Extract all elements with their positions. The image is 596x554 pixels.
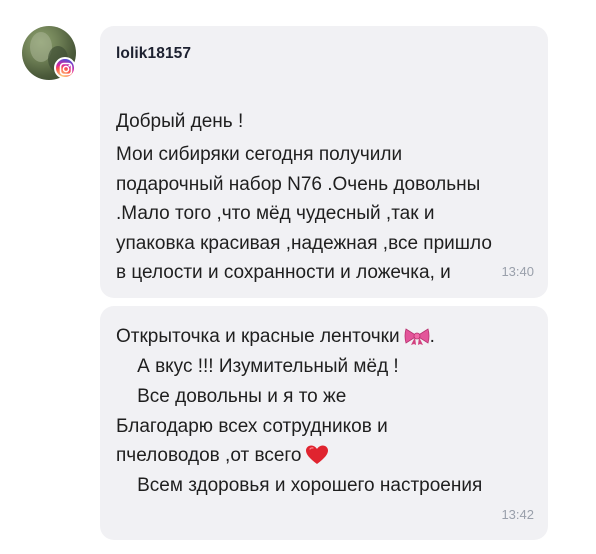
sender-name[interactable]: lolik18157	[116, 45, 191, 63]
message-line: упаковка красивая ,надежная ,все пришло	[116, 233, 492, 254]
message-line-text: пчеловодов ,от всего	[116, 445, 302, 466]
message-bubble[interactable]: Открыточка и красные ленточки . А вкус !…	[100, 306, 548, 540]
message-line: Открыточка и красные ленточки .	[116, 326, 435, 352]
message-line: пчеловодов ,от всего	[116, 445, 329, 471]
message-line-text: Открыточка и красные ленточки	[116, 326, 400, 347]
message-bubble[interactable]: lolik18157 Добрый день ! Мои сибиряки се…	[100, 26, 548, 298]
message-line: Всем здоровья и хорошего настроения	[116, 475, 483, 496]
message-line: в целости и сохранности и ложечка, и	[116, 262, 451, 283]
message-line: А вкус !!! Изумительный мёд !	[116, 356, 399, 377]
message-line: .Мало того ,что мёд чудесный ,так и	[116, 203, 435, 224]
ribbon-emoji-icon	[404, 326, 430, 352]
chat-thread: lolik18157 Добрый день ! Мои сибиряки се…	[0, 0, 596, 554]
message-line-suffix: .	[429, 326, 435, 347]
red-heart-emoji-icon	[305, 445, 329, 471]
message-timestamp: 13:42	[501, 507, 534, 522]
message-line: Мои сибиряки сегодня получили	[116, 144, 403, 165]
instagram-icon	[54, 57, 76, 79]
message-line: подарочный набор N76 .Очень довольны	[116, 174, 481, 195]
message-line: Добрый день !	[116, 111, 244, 132]
message-timestamp: 13:40	[501, 264, 534, 279]
message-line: Все довольны и я то же	[116, 386, 347, 407]
message-line: Благодарю всех сотрудников и	[116, 416, 388, 437]
